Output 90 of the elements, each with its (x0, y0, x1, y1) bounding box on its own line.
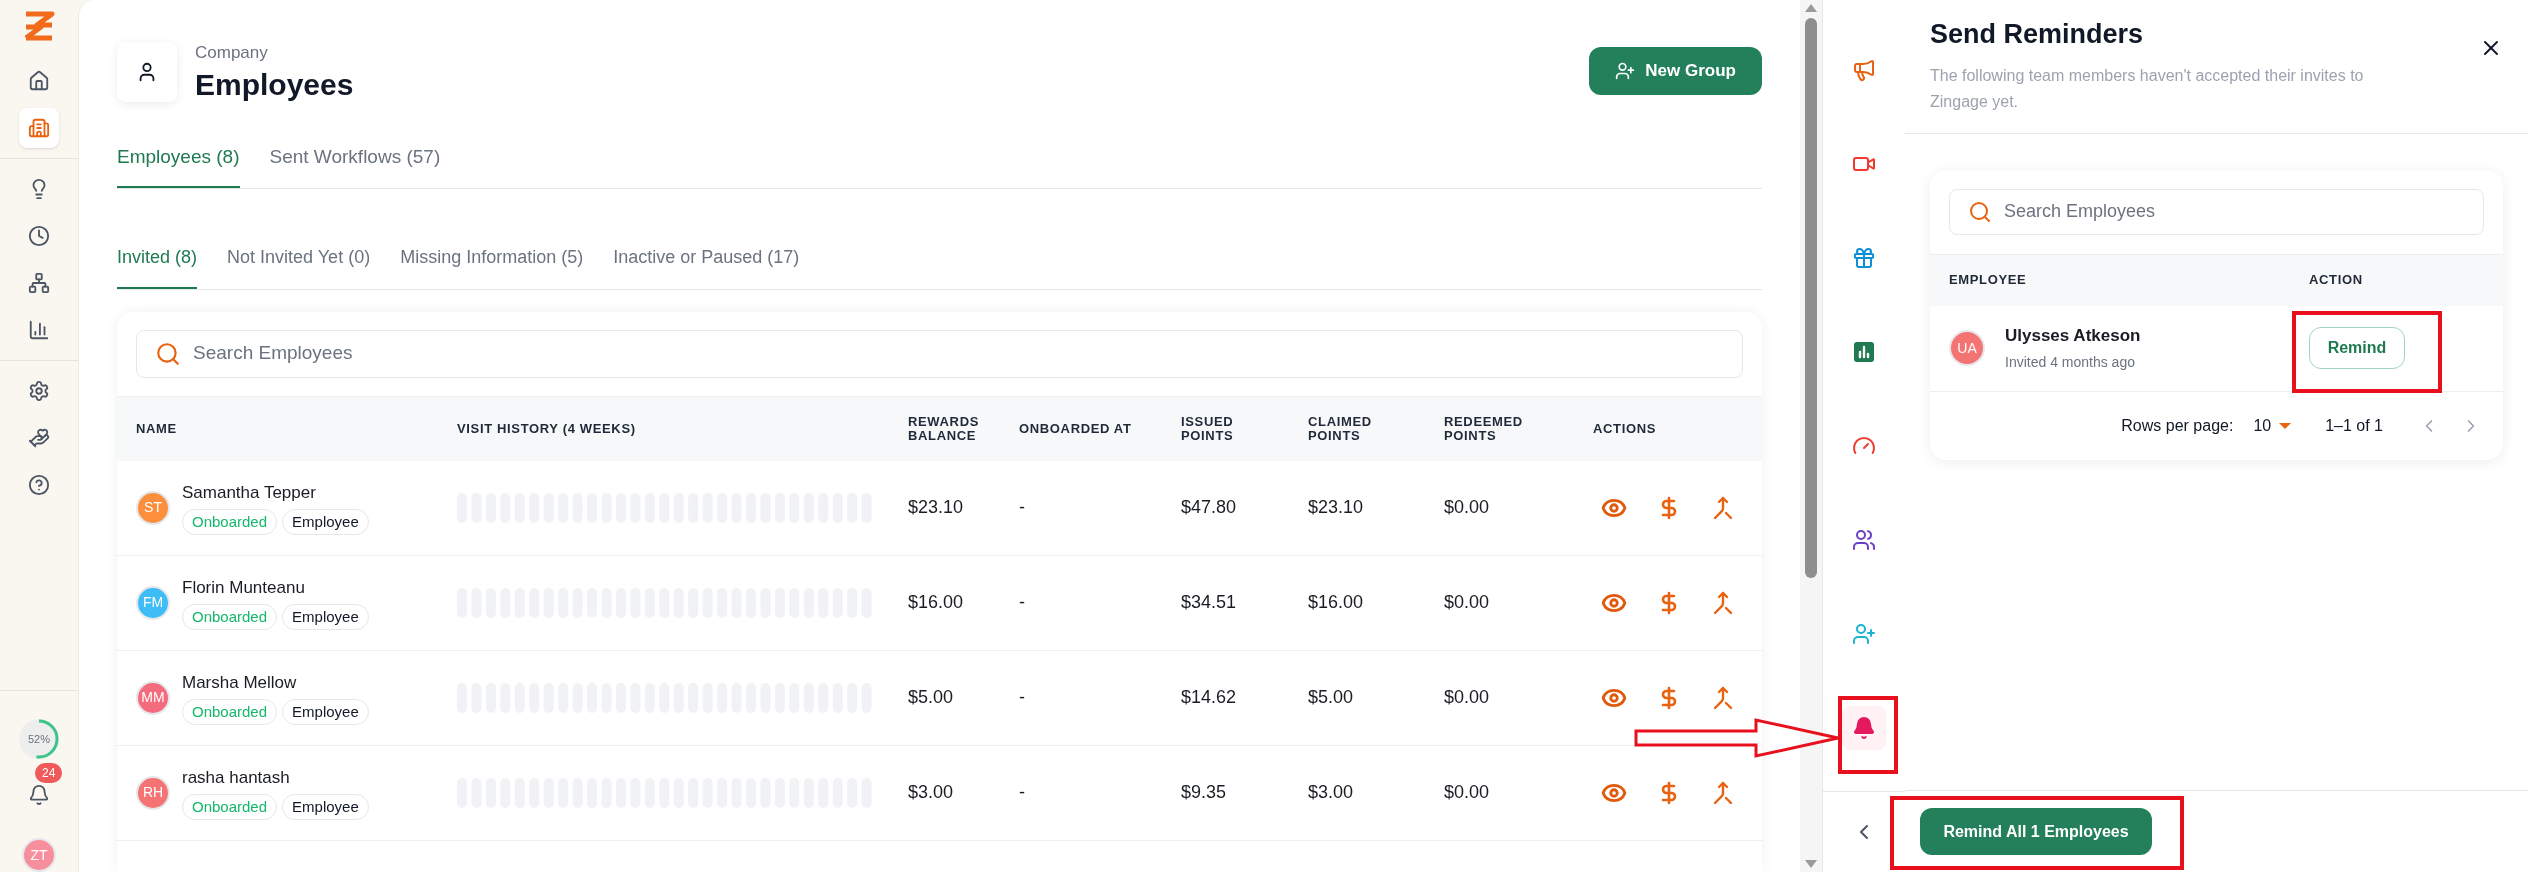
filter-tab[interactable]: Inactive or Paused (17) (613, 243, 800, 289)
column-header: NAME (136, 421, 178, 436)
bar-chart-icon (28, 319, 50, 341)
add-user-icon (1615, 61, 1636, 81)
table-cell-text: - (1019, 591, 1026, 614)
rows-per-page-label: Rows per page: (2121, 415, 2234, 436)
column-header: VISIT HISTORY (4 WEEKS) (457, 421, 637, 436)
bar-chart-icon (1852, 340, 1876, 364)
gift-card-icon (1852, 246, 1876, 270)
search-placeholder: Search Employees (2004, 200, 2156, 223)
avatar: RH (136, 775, 170, 810)
table-cell-text: $9.35 (1181, 781, 1228, 804)
page-title: Employees (195, 66, 354, 103)
column-header: ACTIONS (1593, 421, 1658, 436)
table-cell-text: $23.10 (1308, 496, 1365, 519)
table-cell-text: $47.80 (1181, 496, 1238, 519)
table-cell-text: $3.00 (1308, 781, 1355, 804)
add-user-icon (1852, 622, 1876, 646)
table-cell-text: $0.00 (1444, 686, 1491, 709)
search-field[interactable]: Search Employees (1949, 188, 2484, 235)
merge-icon[interactable] (1711, 590, 1735, 615)
megaphone-icon (1852, 58, 1876, 82)
logo[interactable] (23, 11, 55, 41)
avatar: ST (136, 490, 170, 525)
table-cell-text: $23.10 (908, 496, 965, 519)
rail-item[interactable] (1842, 706, 1886, 750)
merge-icon[interactable] (1711, 780, 1735, 805)
table-cell-text: - (1019, 686, 1026, 709)
remind-button[interactable]: Remind (2309, 327, 2405, 369)
search-icon (1968, 199, 1992, 224)
table-cell-text: - (1019, 496, 1026, 519)
merge-icon[interactable] (1711, 495, 1735, 520)
employee-name: Florin Munteanu (182, 577, 306, 599)
invite-date: Invited 4 months ago (2005, 353, 2136, 373)
group-icon (1852, 528, 1876, 552)
employee-name: Samantha Tepper (182, 482, 317, 504)
column-header: REWARDS BALANCE (908, 414, 980, 443)
table-cell-text: $5.00 (908, 686, 955, 709)
avatar: UA (1949, 330, 1985, 366)
table-cell-text: $0.00 (1444, 781, 1491, 804)
hand-heart-icon (28, 427, 50, 449)
employee-name: Marsha Mellow (182, 672, 298, 694)
nav-item[interactable] (19, 108, 59, 148)
employee-name: rasha hantash (182, 767, 291, 789)
filter-tab[interactable]: Invited (8) (117, 243, 198, 289)
avatar: MM (136, 680, 170, 715)
table-cell-text: $16.00 (908, 591, 965, 614)
building-icon (28, 117, 50, 139)
search-field[interactable]: Search Employees (136, 329, 1743, 378)
notification-badge: 24 (35, 763, 63, 783)
bell-icon (1852, 716, 1876, 740)
breadcrumb: Company (195, 42, 269, 64)
column-header: ISSUED POINTS (1181, 414, 1235, 443)
merge-icon[interactable] (1711, 685, 1735, 710)
search-icon (155, 340, 181, 367)
table-cell-text: $5.00 (1308, 686, 1355, 709)
help-icon (28, 474, 50, 496)
bell-icon[interactable] (28, 784, 50, 806)
remind-all-button[interactable]: Remind All 1 Employees (1920, 808, 2152, 855)
table-cell-text: $3.00 (908, 781, 955, 804)
column-header: ACTION (2309, 271, 2364, 290)
column-header: REDEEMED POINTS (1444, 414, 1524, 443)
progress-ring: 52% (17, 717, 61, 761)
tab[interactable]: Employees (8) (117, 143, 240, 188)
column-header: CLAIMED POINTS (1308, 414, 1373, 443)
page-range: 1–1 of 1 (2325, 415, 2383, 436)
table-cell-text: $14.62 (1181, 686, 1238, 709)
scrollbar[interactable] (1800, 0, 1822, 872)
column-header: ONBOARDED AT (1019, 421, 1133, 436)
table-cell-text: - (1019, 781, 1026, 804)
table-cell-text: $16.00 (1308, 591, 1365, 614)
tab[interactable]: Sent Workflows (57) (269, 143, 441, 188)
home-icon (28, 70, 50, 92)
avatar: ZT (22, 838, 56, 872)
avatar: FM (136, 585, 170, 620)
table-cell-text: $0.00 (1444, 591, 1491, 614)
column-header: EMPLOYEE (1949, 271, 2028, 290)
table-cell-text: $34.51 (1181, 591, 1238, 614)
filter-tab[interactable]: Missing Information (5) (400, 243, 584, 289)
search-placeholder: Search Employees (193, 341, 353, 366)
rows-per-page-select[interactable]: 10 (2253, 413, 2292, 438)
hierarchy-icon (28, 272, 50, 294)
settings-icon (28, 380, 50, 402)
panel-subtitle: The following team members haven't accepted their invites to Zingage yet. (1930, 65, 2365, 112)
filter-tab[interactable]: Not Invited Yet (0) (227, 243, 371, 289)
employee-name: Ulysses Atkeson (2005, 324, 2141, 347)
table-cell-text: $0.00 (1444, 496, 1491, 519)
panel-title: Send Reminders (1930, 18, 2145, 51)
clock-icon (28, 225, 50, 247)
new-group-button[interactable]: New Group (1589, 47, 1762, 95)
